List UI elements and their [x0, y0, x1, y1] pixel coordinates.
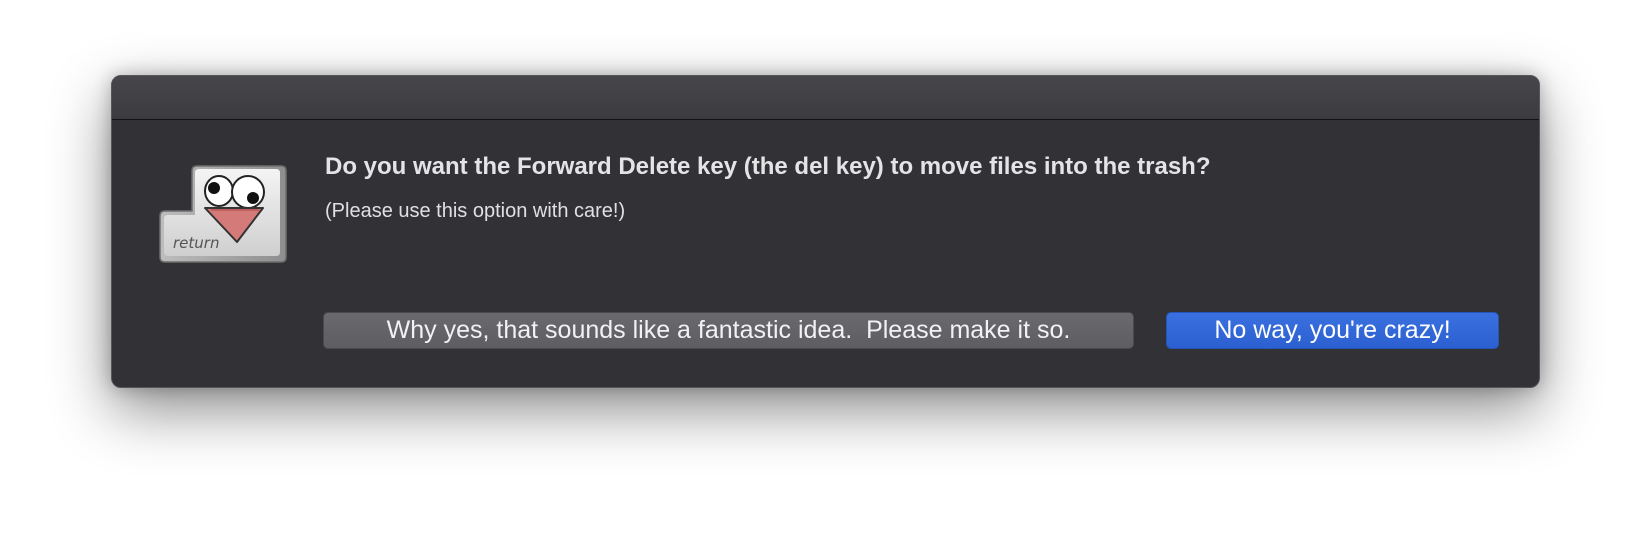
dialog-title: Do you want the Forward Delete key (the … [325, 153, 1211, 180]
confirm-move-to-trash-button[interactable]: Why yes, that sounds like a fantastic id… [323, 312, 1134, 349]
decline-button[interactable]: No way, you're crazy! [1166, 312, 1499, 349]
alert-dialog: return Do you want the Forward Delete ke… [111, 75, 1540, 388]
dialog-subtitle: (Please use this option with care!) [325, 200, 626, 222]
dialog-titlebar[interactable] [112, 76, 1539, 120]
key-label: return [173, 234, 219, 252]
screen: return Do you want the Forward Delete ke… [0, 0, 1652, 536]
return-key-face-icon: return [159, 164, 289, 264]
